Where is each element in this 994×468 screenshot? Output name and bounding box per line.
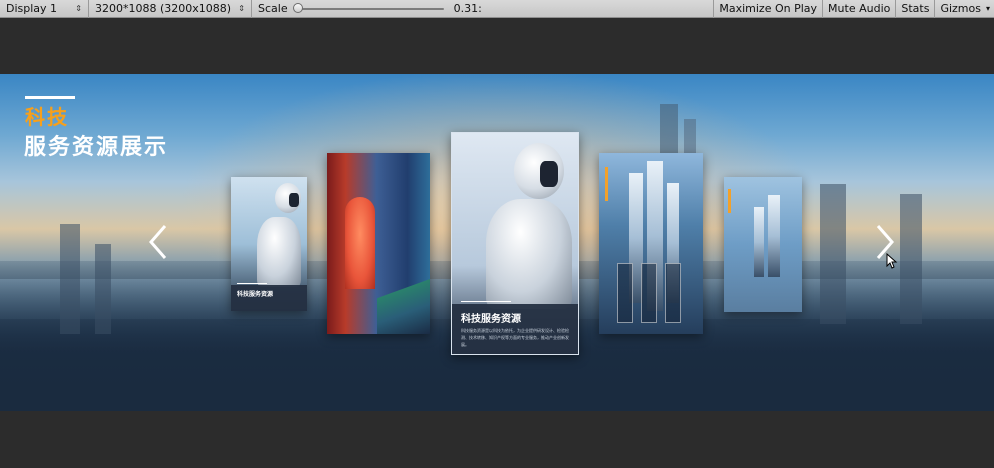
card-caption-title: 科技服务资源 bbox=[237, 291, 274, 298]
scale-value: 0.31: bbox=[453, 2, 482, 15]
display-dropdown-label: Display 1 bbox=[6, 2, 58, 15]
info-column bbox=[641, 263, 657, 323]
info-column bbox=[665, 263, 681, 323]
carousel-card[interactable]: 科技服务资源 bbox=[231, 177, 307, 311]
scale-label: Scale bbox=[258, 2, 288, 15]
skyline-building bbox=[900, 194, 922, 324]
chevron-left-icon[interactable] bbox=[143, 222, 173, 262]
toolbar-right-buttons: Maximize On Play Mute Audio Stats Gizmos… bbox=[713, 0, 994, 18]
card-caption: 科技服务资源 科技服务资源是以科技为依托，为企业提供研发设计、检验检测、技术转移… bbox=[452, 301, 578, 354]
carousel-card[interactable] bbox=[599, 153, 703, 334]
chevron-updown-icon: ⇕ bbox=[75, 4, 82, 13]
card-caption: 科技服务资源 bbox=[231, 283, 307, 311]
page-title: 服务资源展示 bbox=[24, 135, 169, 160]
floor-image bbox=[377, 279, 430, 334]
info-column bbox=[617, 263, 633, 323]
mouse-cursor-icon bbox=[886, 253, 898, 269]
resolution-dropdown-label: 3200*1088 (3200x1088) bbox=[95, 2, 232, 15]
caption-line bbox=[237, 283, 267, 284]
scale-control: Scale 0.31: bbox=[252, 0, 488, 18]
skyline-building bbox=[60, 224, 80, 334]
resolution-dropdown[interactable]: 3200*1088 (3200x1088) ⇕ bbox=[89, 0, 252, 18]
skyscraper-image bbox=[754, 207, 764, 277]
robot-image bbox=[452, 133, 578, 309]
scale-slider-thumb[interactable] bbox=[292, 2, 303, 13]
gizmos-button[interactable]: Gizmos ▾ bbox=[934, 0, 994, 18]
gizmos-label: Gizmos bbox=[940, 2, 981, 15]
chevron-updown-icon: ⇕ bbox=[238, 4, 245, 13]
page-title-accent: 科技 bbox=[25, 105, 69, 129]
card-caption-title: 科技服务资源 bbox=[461, 314, 521, 325]
skyline-building bbox=[95, 244, 111, 334]
skyline-building bbox=[820, 184, 846, 324]
accent-bar bbox=[728, 189, 731, 213]
carousel-card-selected[interactable]: 科技服务资源 科技服务资源是以科技为依托，为企业提供研发设计、检验检测、技术转移… bbox=[451, 132, 579, 355]
maximize-on-play-button[interactable]: Maximize On Play bbox=[713, 0, 822, 18]
skyscraper-image bbox=[768, 195, 780, 277]
dropdown-arrow-icon: ▾ bbox=[985, 4, 990, 13]
robot-image bbox=[231, 177, 307, 287]
accent-bar bbox=[605, 167, 608, 201]
scale-slider-track bbox=[293, 7, 444, 10]
scale-slider[interactable] bbox=[292, 2, 444, 14]
mute-audio-button[interactable]: Mute Audio bbox=[822, 0, 895, 18]
display-dropdown[interactable]: Display 1 ⇕ bbox=[0, 0, 89, 18]
game-view-toolbar: Display 1 ⇕ 3200*1088 (3200x1088) ⇕ Scal… bbox=[0, 0, 994, 18]
title-underline bbox=[25, 96, 75, 99]
stats-button[interactable]: Stats bbox=[895, 0, 934, 18]
card-caption-text: 科技服务资源是以科技为依托，为企业提供研发设计、检验检测、技术转移、知识产权等方… bbox=[461, 328, 569, 347]
carousel-card[interactable] bbox=[724, 177, 802, 312]
arch-doorway-image bbox=[345, 197, 375, 289]
caption-line bbox=[461, 301, 511, 302]
carousel-card[interactable] bbox=[327, 153, 430, 334]
